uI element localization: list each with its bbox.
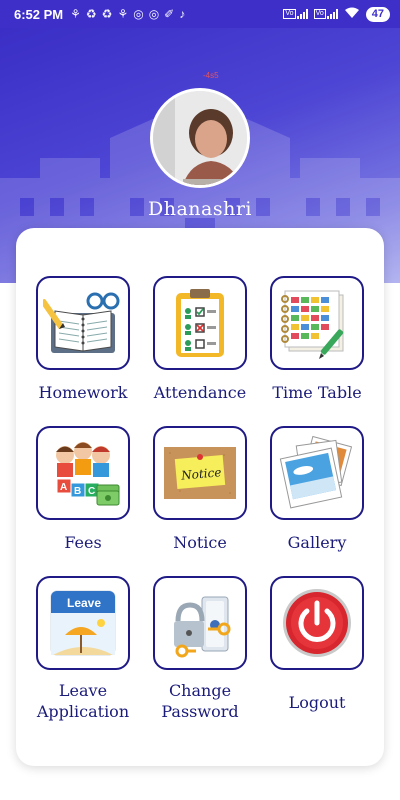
logout-icon [283, 589, 351, 657]
tiktok-icon: ♪ [179, 7, 186, 21]
notice-tile[interactable]: Notice [153, 426, 247, 520]
menu-label-homework: Homework [38, 383, 128, 402]
notification-icon: ⚘ [117, 7, 129, 21]
notice-icon: Notice [164, 447, 236, 499]
app-icon: ✐ [164, 7, 175, 21]
profile-name: Dhanashri [147, 198, 252, 220]
wifi-icon [344, 7, 360, 22]
svg-text:B: B [74, 486, 81, 497]
status-left: 6:52 PM ⚘ ♻ ♻ ⚘ ◎ ◎ ✐ ♪ [14, 7, 185, 22]
menu-label-leave-application: Leave Application [18, 680, 148, 722]
homework-tile[interactable] [36, 276, 130, 370]
volte-signal-icon: Vo [313, 9, 338, 19]
menu-label-timetable: Time Table [272, 383, 362, 402]
leave-icon-text: Leave [67, 596, 101, 610]
password-label-line1: Change [168, 681, 232, 700]
menu-item-logout[interactable]: Logout [259, 576, 376, 726]
password-icon [174, 596, 231, 658]
menu-card: Homework Attendance Time Table A B C Fee… [16, 228, 384, 766]
leave-tile[interactable]: Leave [36, 576, 130, 670]
menu-grid: Homework Attendance Time Table A B C Fee… [16, 276, 384, 726]
menu-item-fees[interactable]: A B C Fees [25, 426, 142, 576]
menu-label-notice: Notice [173, 533, 227, 552]
password-tile[interactable] [153, 576, 247, 670]
menu-item-change-password[interactable]: Change Password [142, 576, 259, 726]
menu-label-change-password: Change Password [135, 680, 265, 722]
menu-label-gallery: Gallery [287, 533, 347, 552]
sync-icon: ♻ [85, 7, 97, 21]
viber-icon: ◎ [148, 7, 160, 21]
menu-item-notice[interactable]: Notice Notice [142, 426, 259, 576]
svg-text:A: A [60, 482, 67, 493]
menu-label-logout: Logout [288, 693, 346, 712]
volte-signal-icon: Vo [283, 9, 308, 19]
fees-icon: A B C [56, 442, 120, 506]
logout-tile[interactable] [270, 576, 364, 670]
notification-icon: ⚘ [70, 7, 81, 21]
attendance-tile[interactable] [153, 276, 247, 370]
menu-item-gallery[interactable]: Gallery [259, 426, 376, 576]
status-right: Vo Vo 47 [283, 6, 390, 22]
menu-item-attendance[interactable]: Attendance [142, 276, 259, 426]
menu-item-timetable[interactable]: Time Table [259, 276, 376, 426]
battery-icon: 47 [365, 6, 390, 22]
sync-icon: ♻ [101, 7, 113, 21]
status-bar: 6:52 PM ⚘ ♻ ♻ ⚘ ◎ ◎ ✐ ♪ Vo Vo 47 [0, 0, 400, 28]
menu-item-homework[interactable]: Homework [25, 276, 142, 426]
password-label-line2: Password [161, 702, 239, 721]
leave-icon: Leave [50, 590, 116, 656]
header-tag: -4s5 [203, 71, 219, 80]
timetable-tile[interactable] [270, 276, 364, 370]
whatsapp-icon: ◎ [133, 7, 144, 21]
timetable-icon [281, 290, 344, 359]
leave-label-line1: Leave [58, 681, 108, 700]
gallery-tile[interactable] [270, 426, 364, 520]
menu-label-fees: Fees [64, 533, 102, 552]
svg-text:C: C [88, 486, 95, 497]
homework-icon [43, 292, 120, 353]
avatar[interactable] [150, 88, 250, 188]
menu-label-attendance: Attendance [153, 383, 247, 402]
leave-label-line2: Application [36, 702, 130, 721]
fees-tile[interactable]: A B C [36, 426, 130, 520]
status-time: 6:52 PM [14, 6, 64, 22]
menu-item-leave-application[interactable]: Leave Leave Application [25, 576, 142, 726]
attendance-icon [176, 289, 224, 357]
gallery-icon [279, 435, 353, 509]
